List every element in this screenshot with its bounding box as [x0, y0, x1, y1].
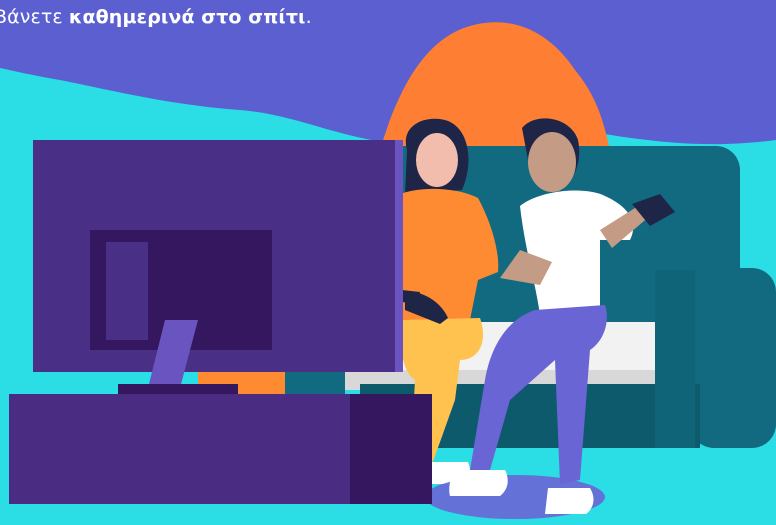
caption-prefix: Βάνετε [0, 6, 69, 28]
caption-suffix: . [305, 6, 312, 28]
tv-cabinet [9, 384, 432, 504]
gamepad-icon-left [402, 290, 420, 304]
headline-caption: Βάνετε καθημερινά στο σπίτι. [0, 6, 312, 28]
caption-emphasis: καθημερινά στο σπίτι [68, 6, 306, 28]
console-box-dark [285, 372, 345, 394]
illustration [0, 0, 776, 525]
tv [33, 140, 403, 388]
